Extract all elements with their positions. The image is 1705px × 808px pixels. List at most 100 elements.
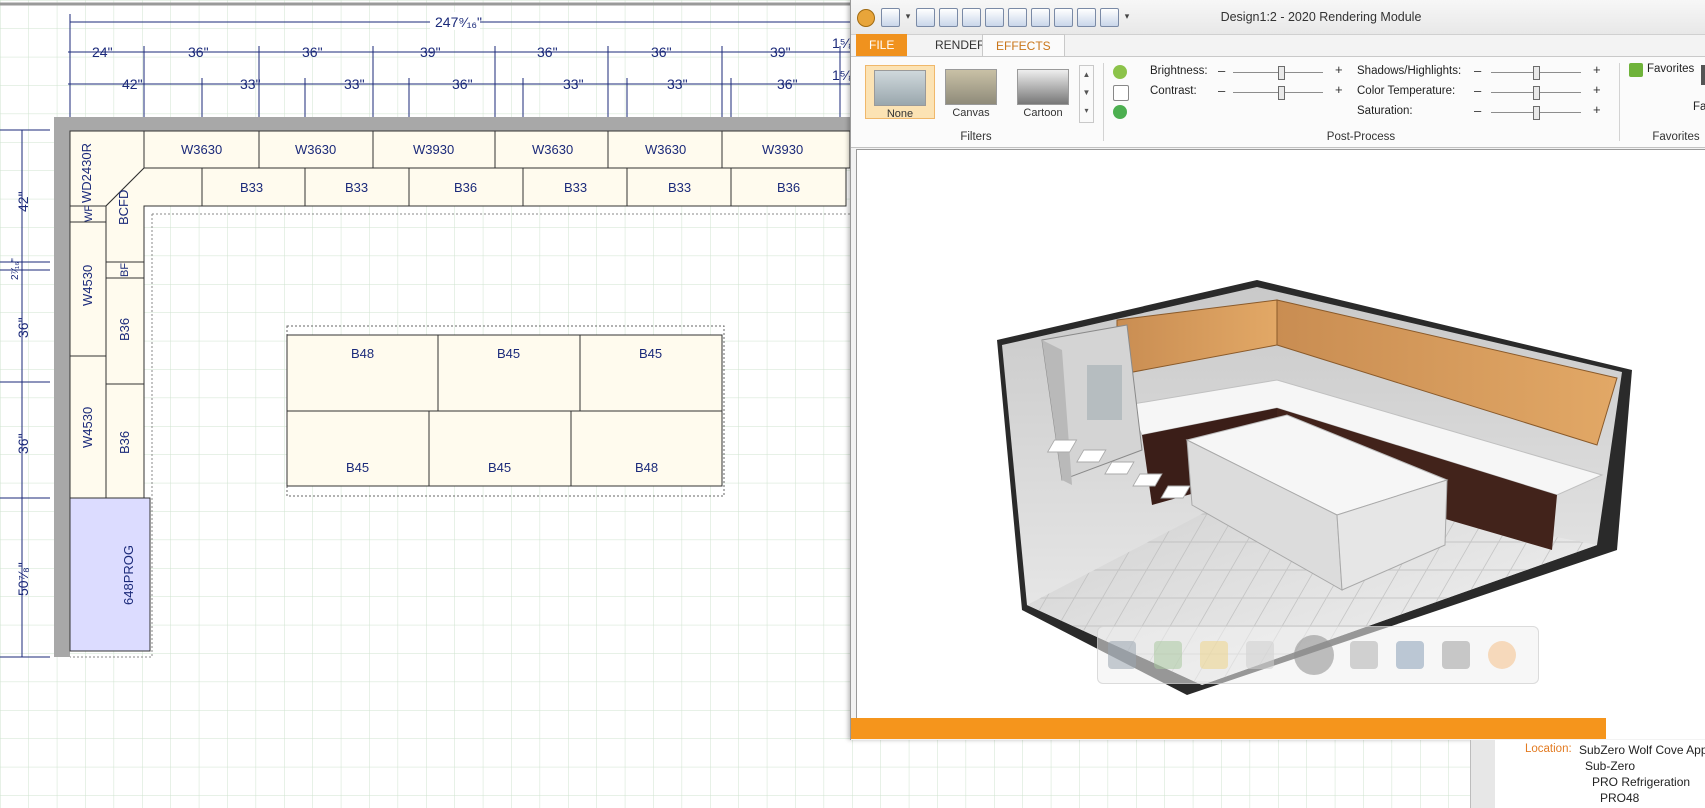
left-dim-3: 36" — [15, 317, 31, 338]
print-icon[interactable] — [939, 8, 958, 27]
dim-1-5: 36" — [537, 44, 558, 60]
left-base-label: B36 — [117, 318, 132, 341]
help-icon[interactable] — [1100, 8, 1119, 27]
saturation-plus-button[interactable]: + — [1593, 102, 1601, 117]
material-icon[interactable] — [1154, 641, 1182, 669]
left-dim-4: 36" — [15, 433, 31, 454]
settings-gear-icon[interactable] — [1442, 641, 1470, 669]
filter-gallery-scroll[interactable]: ▲ ▼ ▾ — [1079, 65, 1094, 123]
saturation-slider-thumb[interactable] — [1533, 106, 1540, 120]
tree-item[interactable]: PRO Refrigeration — [1592, 775, 1690, 789]
tab-file[interactable]: FILE — [856, 34, 908, 56]
wall-left[interactable] — [54, 117, 70, 657]
base-cabinet-label: B36 — [454, 180, 477, 195]
dim-2-6: 33" — [667, 76, 688, 92]
filter-label: None — [886, 108, 914, 120]
favorites-brush-icon[interactable] — [1701, 65, 1705, 85]
shadows-slider-thumb[interactable] — [1533, 66, 1540, 80]
channel-icon[interactable] — [1113, 85, 1129, 101]
render-image-icon[interactable] — [1077, 8, 1096, 27]
brightness-plus-button[interactable]: + — [1335, 62, 1343, 77]
contrast-minus-button[interactable]: – — [1218, 83, 1225, 98]
scroll-down-icon[interactable]: ▼ — [1080, 84, 1093, 102]
filters-group-label: Filters — [960, 131, 992, 143]
favorites-star-icon[interactable] — [1629, 63, 1643, 77]
title-bar[interactable]: ▾ ▾ Design1:2 - 2020 Rendering Module — [851, 0, 1705, 35]
app-logo-icon[interactable] — [857, 9, 875, 27]
page-setup-icon[interactable] — [985, 8, 1004, 27]
base-filler-label: BF — [119, 263, 131, 277]
base-cabinet-label: B36 — [777, 180, 800, 195]
filter-label: Canvas — [952, 107, 990, 119]
color-palette-icon[interactable] — [1113, 65, 1127, 79]
left-wall-label: W4530 — [80, 265, 95, 306]
render-viewport[interactable] — [856, 149, 1705, 721]
overall-dim-label: 247⁹⁄₁₆" — [435, 14, 482, 30]
copy-icon[interactable] — [1031, 8, 1050, 27]
favorites-button[interactable]: Favorites — [1647, 63, 1694, 75]
tree-item[interactable]: PRO48 — [1600, 791, 1639, 805]
brightness-label: Brightness: — [1150, 65, 1208, 77]
image-settings-icon[interactable] — [1054, 8, 1073, 27]
wall-cabinet-label: W3630 — [532, 142, 573, 157]
colortemp-plus-button[interactable]: + — [1593, 82, 1601, 97]
location-value: SubZero Wolf Cove App — [1579, 743, 1705, 757]
favorites-clipped-label: Fa — [1693, 101, 1705, 113]
panel-splitter[interactable] — [1470, 740, 1496, 808]
left-wall-label: W4530 — [80, 407, 95, 448]
document-icon[interactable] — [1008, 8, 1027, 27]
dim-1-7: 39" — [770, 44, 791, 60]
shadows-minus-button[interactable]: – — [1474, 63, 1481, 78]
left-dim-5: 50⁷⁄₈" — [15, 562, 31, 596]
colortemp-minus-button[interactable]: – — [1474, 83, 1481, 98]
scene-icon[interactable] — [1396, 641, 1424, 669]
saturation-minus-button[interactable]: – — [1474, 103, 1481, 118]
wall-top[interactable] — [54, 117, 850, 131]
filter-canvas-button[interactable]: Canvas — [937, 65, 1005, 119]
brightness-minus-button[interactable]: – — [1218, 63, 1225, 78]
camera-capture-icon[interactable] — [1488, 641, 1516, 669]
export-icon[interactable] — [916, 8, 935, 27]
window-title: Design1:2 - 2020 Rendering Module — [1220, 10, 1422, 24]
rendering-module-window[interactable]: ▾ ▾ Design1:2 - 2020 Rendering Module FI… — [850, 0, 1705, 740]
camera-view-icon[interactable] — [1350, 641, 1378, 669]
island-label: B45 — [497, 346, 520, 361]
left-dim-1: 42" — [15, 191, 31, 212]
color-temperature-label: Color Temperature: — [1357, 85, 1456, 97]
wall-filler-label: WF — [83, 205, 95, 222]
colortemp-slider-thumb[interactable] — [1533, 86, 1540, 100]
dim-1-6: 36" — [651, 44, 672, 60]
edit-icon[interactable] — [881, 8, 900, 27]
zoom-extents-icon[interactable] — [1108, 641, 1136, 669]
scroll-up-icon[interactable]: ▲ — [1080, 66, 1093, 84]
eyedropper-icon[interactable] — [1113, 105, 1127, 119]
viewport-navigation-toolbar — [1097, 626, 1539, 684]
tree-item[interactable]: Sub-Zero — [1585, 759, 1635, 773]
close-icon[interactable] — [1246, 641, 1274, 669]
brightness-slider-thumb[interactable] — [1278, 66, 1285, 80]
print-preview-icon[interactable] — [962, 8, 981, 27]
filter-none-button[interactable]: None — [865, 65, 935, 120]
chevron-down-icon[interactable]: ▾ — [904, 8, 912, 25]
dim-1-1: 24" — [92, 44, 113, 60]
lightbulb-icon[interactable] — [1200, 641, 1228, 669]
postprocess-group-label: Post-Process — [1326, 131, 1396, 143]
orbit-control-icon[interactable] — [1294, 635, 1334, 675]
corner-wall-label: WD2430R — [79, 143, 94, 203]
contrast-plus-button[interactable]: + — [1335, 82, 1343, 97]
dim-2-5: 33" — [563, 76, 584, 92]
wall-cabinet-label: W3930 — [413, 142, 454, 157]
island-label: B48 — [351, 346, 374, 361]
shadows-plus-button[interactable]: + — [1593, 62, 1601, 77]
tab-effects[interactable]: EFFECTS — [982, 34, 1065, 56]
filter-label: Cartoon — [1023, 107, 1063, 119]
filter-cartoon-button[interactable]: Cartoon — [1009, 65, 1077, 119]
filter-canvas-thumb-icon — [945, 69, 997, 105]
refrigerator[interactable] — [69, 497, 151, 652]
wall-cabinet-label: W3930 — [762, 142, 803, 157]
customize-toolbar-icon[interactable]: ▾ — [1123, 8, 1131, 25]
catalog-info-panel: Location: SubZero Wolf Cove App Sub-Zero… — [1495, 740, 1705, 808]
gallery-more-icon[interactable]: ▾ — [1080, 102, 1093, 120]
contrast-slider-thumb[interactable] — [1278, 86, 1285, 100]
refrigerator-label: 648PROG — [121, 545, 136, 605]
